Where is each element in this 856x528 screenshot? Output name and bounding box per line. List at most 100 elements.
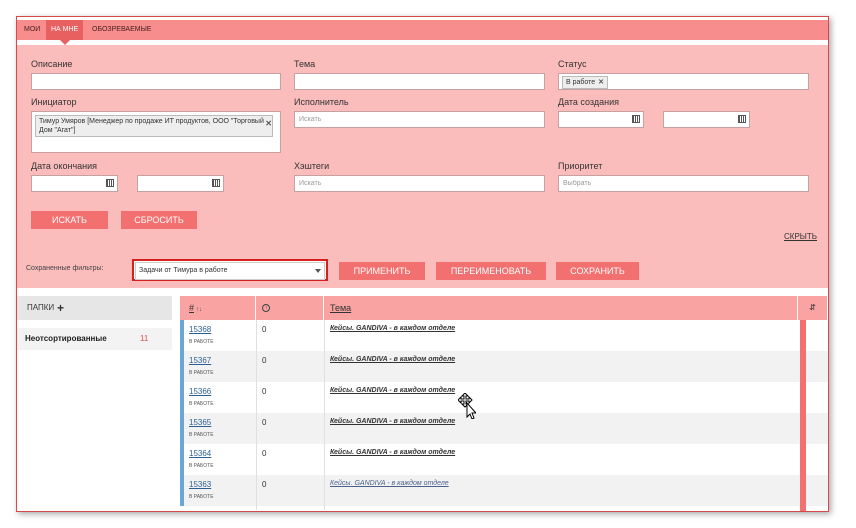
created-date-label: Дата создания bbox=[558, 97, 619, 107]
initiator-label: Инициатор bbox=[31, 97, 77, 107]
close-icon[interactable]: ✕ bbox=[598, 79, 604, 86]
calendar-icon[interactable] bbox=[212, 179, 220, 187]
chevron-down-icon bbox=[315, 269, 321, 273]
task-topic-link[interactable]: Кейсы. GANDIVA - в каждом отделе bbox=[330, 449, 455, 456]
saved-filters-label: Сохраненные фильтры: bbox=[26, 265, 104, 272]
task-count: 0 bbox=[262, 325, 267, 334]
folders-title: ПАПКИ bbox=[27, 303, 55, 312]
topic-label: Тема bbox=[294, 59, 316, 69]
saved-filters-bar: Сохраненные фильтры: Задачи от Тимура в … bbox=[17, 252, 828, 288]
task-status: В РАБОТЕ bbox=[189, 463, 214, 469]
task-id-link[interactable]: 15363 bbox=[189, 480, 211, 489]
settings-icon[interactable]: ⇵ bbox=[809, 303, 816, 312]
tab-watched[interactable]: ОБОЗРЕВАЕМЫЕ bbox=[87, 20, 156, 40]
initiator-field[interactable]: Тимур Умяров [Менеджер по продаже ИТ про… bbox=[31, 111, 281, 153]
saved-filter-select[interactable]: Задачи от Тимура в работе bbox=[132, 259, 328, 281]
priority-select[interactable] bbox=[558, 175, 809, 192]
end-to-date[interactable] bbox=[137, 175, 224, 192]
row-scroll-indicator[interactable] bbox=[800, 320, 806, 511]
folders-header: ПАПКИ + bbox=[17, 296, 172, 320]
status-tag: В работе ✕ bbox=[562, 76, 609, 89]
rename-button[interactable]: ПЕРЕИМЕНОВАТЬ bbox=[436, 262, 546, 280]
task-topic-link[interactable]: Кейсы. GANDIVA - в каждом отделе bbox=[330, 387, 455, 394]
task-topic-link[interactable]: Кейсы. GANDIVA - в каждом отделе bbox=[330, 480, 449, 487]
filters-panel: Описание Тема Статус В работе ✕ Инициатор… bbox=[17, 45, 828, 261]
task-count: 0 bbox=[262, 418, 267, 427]
calendar-icon[interactable] bbox=[738, 115, 746, 123]
column-id[interactable]: # ↑↓ bbox=[180, 296, 256, 320]
executor-input[interactable] bbox=[294, 111, 545, 128]
tab-mine[interactable]: МОИ bbox=[19, 20, 45, 40]
hashtags-input[interactable] bbox=[294, 175, 545, 192]
table-row[interactable]: 15363 В РАБОТЕ 0 Кейсы. GANDIVA - в кажд… bbox=[180, 475, 828, 506]
sort-icon[interactable]: ↑↓ bbox=[196, 307, 202, 313]
folder-name: Неотсортированные bbox=[25, 334, 107, 343]
executor-label: Исполнитель bbox=[294, 97, 349, 107]
created-from-date[interactable] bbox=[558, 111, 644, 128]
initiator-tag-label: Тимур Умяров [Менеджер по продаже ИТ про… bbox=[39, 118, 264, 134]
search-button[interactable]: ИСКАТЬ bbox=[31, 211, 108, 229]
reset-button[interactable]: СБРОСИТЬ bbox=[121, 211, 197, 229]
row-marker bbox=[180, 382, 184, 413]
arrow-circle-icon: ↑ bbox=[262, 304, 270, 312]
table-row[interactable]: 15364 В РАБОТЕ 0 Кейсы. GANDIVA - в кажд… bbox=[180, 444, 828, 475]
created-to-date[interactable] bbox=[663, 111, 750, 128]
task-id-link[interactable]: 15367 bbox=[189, 356, 211, 365]
row-marker bbox=[180, 320, 184, 351]
apply-button[interactable]: ПРИМЕНИТЬ bbox=[339, 262, 425, 280]
end-from-date[interactable] bbox=[31, 175, 118, 192]
calendar-icon[interactable] bbox=[632, 115, 640, 123]
column-divider bbox=[324, 320, 325, 510]
task-status: В РАБОТЕ bbox=[189, 494, 214, 500]
table-row[interactable]: 15365 В РАБОТЕ 0 Кейсы. GANDIVA - в кажд… bbox=[180, 413, 828, 444]
saved-filter-value: Задачи от Тимура в работе bbox=[135, 262, 325, 280]
task-status: В РАБОТЕ bbox=[189, 370, 214, 376]
move-cursor-icon bbox=[458, 393, 476, 419]
status-tag-label: В работе bbox=[566, 79, 596, 86]
save-button[interactable]: СОХРАНИТЬ bbox=[556, 262, 639, 280]
folder-item-unsorted[interactable]: Неотсортированные 11 bbox=[17, 328, 172, 350]
table-header: # ↑↓ ↑ Тема ⇵ bbox=[180, 296, 828, 320]
description-label: Описание bbox=[31, 59, 73, 69]
calendar-icon[interactable] bbox=[106, 179, 114, 187]
task-id-link[interactable]: 15365 bbox=[189, 418, 211, 427]
task-id-link[interactable]: 15368 bbox=[189, 325, 211, 334]
task-status: В РАБОТЕ bbox=[189, 339, 214, 345]
app-window: МОИ НА МНЕ ОБОЗРЕВАЕМЫЕ Описание Тема Ст… bbox=[16, 16, 829, 512]
column-divider bbox=[256, 320, 257, 510]
priority-label: Приоритет bbox=[558, 161, 603, 171]
plus-icon[interactable]: + bbox=[57, 296, 64, 320]
task-count: 0 bbox=[262, 480, 267, 489]
status-field[interactable]: В работе ✕ bbox=[558, 73, 809, 90]
task-status: В РАБОТЕ bbox=[189, 401, 214, 407]
column-comments[interactable]: ↑ bbox=[256, 296, 324, 320]
initiator-tag: Тимур Умяров [Менеджер по продаже ИТ про… bbox=[35, 115, 273, 137]
row-marker bbox=[180, 413, 184, 444]
folder-count: 11 bbox=[140, 334, 149, 343]
task-topic-link[interactable]: Кейсы. GANDIVA - в каждом отделе bbox=[330, 325, 455, 332]
hide-filters-link[interactable]: СКРЫТЬ bbox=[784, 232, 817, 241]
task-count: 0 bbox=[262, 356, 267, 365]
task-status: В РАБОТЕ bbox=[189, 432, 214, 438]
close-icon[interactable]: ✕ bbox=[265, 116, 272, 131]
task-id-link[interactable]: 15366 bbox=[189, 387, 211, 396]
description-input[interactable] bbox=[31, 73, 281, 90]
table-row[interactable]: 15368 В РАБОТЕ 0 Кейсы. GANDIVA - в кажд… bbox=[180, 320, 828, 351]
saved-filter-text: Задачи от Тимура в работе bbox=[139, 267, 228, 274]
row-marker bbox=[180, 475, 184, 506]
status-label: Статус bbox=[558, 59, 587, 69]
task-topic-link[interactable]: Кейсы. GANDIVA - в каждом отделе bbox=[330, 418, 455, 425]
tab-assigned-to-me[interactable]: НА МНЕ bbox=[46, 20, 84, 45]
row-marker bbox=[180, 351, 184, 382]
end-date-label: Дата окончания bbox=[31, 161, 98, 171]
column-topic[interactable]: Тема bbox=[324, 296, 798, 320]
task-id-link[interactable]: 15364 bbox=[189, 449, 211, 458]
topic-input[interactable] bbox=[294, 73, 545, 90]
table-row[interactable]: 15367 В РАБОТЕ 0 Кейсы. GANDIVA - в кажд… bbox=[180, 351, 828, 382]
table-row[interactable]: 15366 В РАБОТЕ 0 Кейсы. GANDIVA - в кажд… bbox=[180, 382, 828, 413]
row-marker bbox=[180, 444, 184, 475]
task-topic-link[interactable]: Кейсы. GANDIVA - в каждом отделе bbox=[330, 356, 455, 363]
column-settings[interactable]: ⇵ bbox=[798, 296, 828, 320]
column-topic-label: Тема bbox=[330, 303, 352, 313]
hashtags-label: Хэштеги bbox=[294, 161, 330, 171]
